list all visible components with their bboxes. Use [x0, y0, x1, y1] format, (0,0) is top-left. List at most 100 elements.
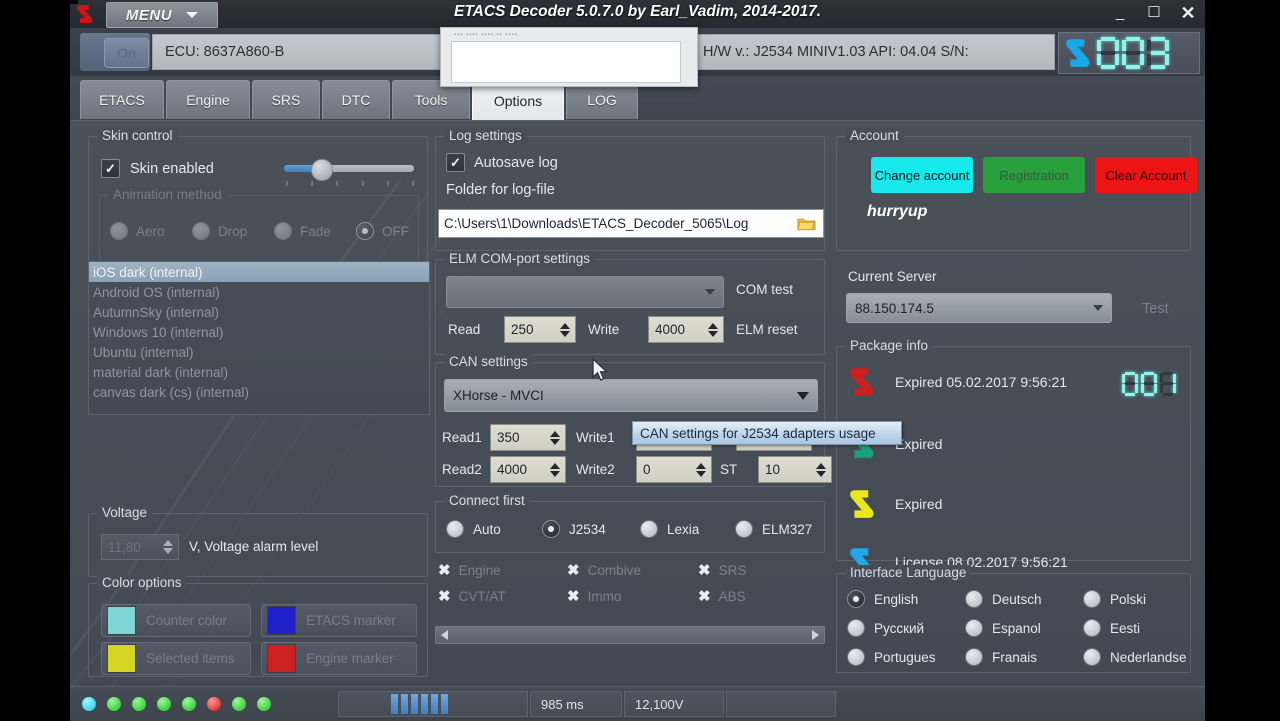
stepper-up-icon	[816, 462, 826, 469]
radio-elm327[interactable]	[735, 520, 753, 538]
skin-opacity-slider[interactable]	[284, 159, 416, 191]
scroll-left-icon[interactable]	[441, 630, 448, 640]
title-bar: MENU ETACS Decoder 5.0.7.0 by Earl_Vadim…	[70, 0, 1205, 28]
connect-option-j2534[interactable]: J2534	[542, 520, 606, 538]
folder-icon[interactable]	[797, 216, 816, 232]
elm-write-stepper[interactable]: 4000	[648, 316, 724, 343]
radio-off[interactable]	[356, 222, 374, 240]
registration-button[interactable]: Registration	[983, 157, 1085, 193]
can-st-stepper[interactable]: 10	[758, 456, 832, 483]
language-option-portugues[interactable]: Portugues	[847, 648, 936, 666]
led-indicator	[232, 697, 246, 711]
tab-dtc[interactable]: DTC	[322, 80, 390, 119]
selected-items-swatch	[107, 644, 136, 673]
selected-items-button[interactable]: Selected items	[101, 642, 251, 675]
radio-espanol[interactable]	[965, 619, 983, 637]
tab-srs[interactable]: SRS	[252, 80, 320, 119]
log-folder-input[interactable]: C:\Users\1\Downloads\ETACS_Decoder_5065\…	[438, 209, 824, 238]
counter-color-button[interactable]: Counter color	[101, 604, 251, 637]
package-status: Expired 05.02.2017 9:56:21	[895, 374, 1068, 390]
server-test-button[interactable]: Test	[1142, 301, 1169, 317]
autosave-log-checkbox[interactable]: ✓	[446, 153, 465, 172]
animation-option-drop[interactable]: Drop	[192, 222, 247, 240]
radio-polski[interactable]	[1083, 590, 1101, 608]
radio-lexia[interactable]	[640, 520, 658, 538]
language-option-espanol[interactable]: Espanol	[965, 619, 1041, 637]
radio-auto[interactable]	[446, 520, 464, 538]
skin-enabled-checkbox[interactable]: ✓	[101, 159, 120, 178]
chevron-down-icon	[1093, 305, 1103, 311]
popup-input[interactable]	[451, 41, 681, 83]
radio-portugues[interactable]	[847, 648, 865, 666]
animation-option-aero[interactable]: Aero	[110, 222, 165, 240]
slider-knob[interactable]	[311, 159, 333, 181]
voltage-alarm-stepper[interactable]: 11,80	[101, 534, 179, 560]
radio-nederlandse[interactable]	[1083, 648, 1101, 666]
language-option-english[interactable]: English	[847, 590, 918, 608]
etacs-marker-button[interactable]: ETACS marker	[261, 604, 417, 637]
skin-list[interactable]: iOS dark (internal) Android OS (internal…	[88, 261, 430, 415]
seg-digit	[1122, 37, 1144, 69]
stepper-buttons[interactable]	[816, 462, 831, 477]
list-item[interactable]: Android OS (internal)	[89, 282, 429, 302]
stepper-buttons[interactable]	[163, 540, 178, 554]
connect-option-elm327[interactable]: ELM327	[735, 520, 812, 538]
connect-option-lexia[interactable]: Lexia	[640, 520, 699, 538]
stepper-buttons[interactable]	[708, 322, 723, 337]
can-read1-stepper[interactable]: 350	[490, 424, 566, 451]
stepper-buttons[interactable]	[550, 462, 565, 477]
close-button[interactable]: ✕	[1179, 4, 1197, 22]
language-option-nederlandse[interactable]: Nederlandse	[1083, 648, 1187, 666]
engine-marker-button[interactable]: Engine marker	[261, 642, 417, 675]
minimize-button[interactable]: _	[1111, 4, 1129, 22]
com-test-button[interactable]: COM test	[736, 282, 793, 297]
can-read2-stepper[interactable]: 4000	[490, 456, 566, 483]
package-row: Expired	[847, 487, 942, 521]
tab-engine[interactable]: Engine	[166, 80, 250, 119]
radio-russian[interactable]	[847, 619, 865, 637]
cross-icon: ✖	[698, 587, 711, 605]
language-option-eesti[interactable]: Eesti	[1083, 619, 1140, 637]
list-item[interactable]: Windows 10 (internal)	[89, 322, 429, 342]
horizontal-scrollbar[interactable]	[435, 626, 825, 644]
com-port-select[interactable]	[446, 276, 724, 308]
list-item[interactable]: canvas dark (cs) (internal)	[89, 382, 429, 402]
skin-enabled-row[interactable]: ✓ Skin enabled	[101, 159, 214, 178]
language-option-franais[interactable]: Franais	[965, 648, 1037, 666]
can-write2-stepper[interactable]: 0	[636, 456, 712, 483]
language-option-polski[interactable]: Polski	[1083, 590, 1146, 608]
stepper-buttons[interactable]	[560, 322, 575, 337]
scroll-right-icon[interactable]	[812, 630, 819, 640]
etacs-marker-label: ETACS marker	[306, 613, 396, 628]
list-item[interactable]: iOS dark (internal)	[89, 262, 429, 282]
stepper-buttons[interactable]	[696, 462, 711, 477]
radio-english[interactable]	[847, 590, 865, 608]
radio-drop[interactable]	[192, 222, 210, 240]
can-adapter-select[interactable]: XHorse - MVCI	[444, 379, 818, 412]
clear-account-button[interactable]: Clear Account	[1095, 157, 1197, 193]
color-options-group: Color options Counter color ETACS marker…	[88, 575, 428, 677]
language-option-deutsch[interactable]: Deutsch	[965, 590, 1042, 608]
elm-reset-button[interactable]: ELM reset	[736, 322, 798, 337]
list-item[interactable]: AutumnSky (internal)	[89, 302, 429, 322]
radio-deutsch[interactable]	[965, 590, 983, 608]
elm-read-stepper[interactable]: 250	[504, 316, 576, 343]
radio-fade[interactable]	[274, 222, 292, 240]
animation-option-off[interactable]: OFF	[356, 222, 409, 240]
radio-aero[interactable]	[110, 222, 128, 240]
stepper-buttons[interactable]	[550, 430, 565, 445]
list-item[interactable]: material dark (internal)	[89, 362, 429, 382]
current-server-select[interactable]: 88.150.174.5	[846, 293, 1112, 323]
tab-etacs[interactable]: ETACS	[80, 80, 164, 119]
radio-eesti[interactable]	[1083, 619, 1101, 637]
autosave-log-row[interactable]: ✓ Autosave log	[446, 153, 558, 172]
connection-toggle[interactable]: On	[80, 33, 150, 71]
language-option-russian[interactable]: Русский	[847, 619, 924, 637]
radio-franais[interactable]	[965, 648, 983, 666]
change-account-button[interactable]: Change account	[871, 157, 973, 193]
list-item[interactable]: Ubuntu (internal)	[89, 342, 429, 362]
animation-option-fade[interactable]: Fade	[274, 222, 331, 240]
connect-option-auto[interactable]: Auto	[446, 520, 501, 538]
radio-j2534[interactable]	[542, 520, 560, 538]
maximize-button[interactable]: ☐	[1145, 4, 1163, 22]
